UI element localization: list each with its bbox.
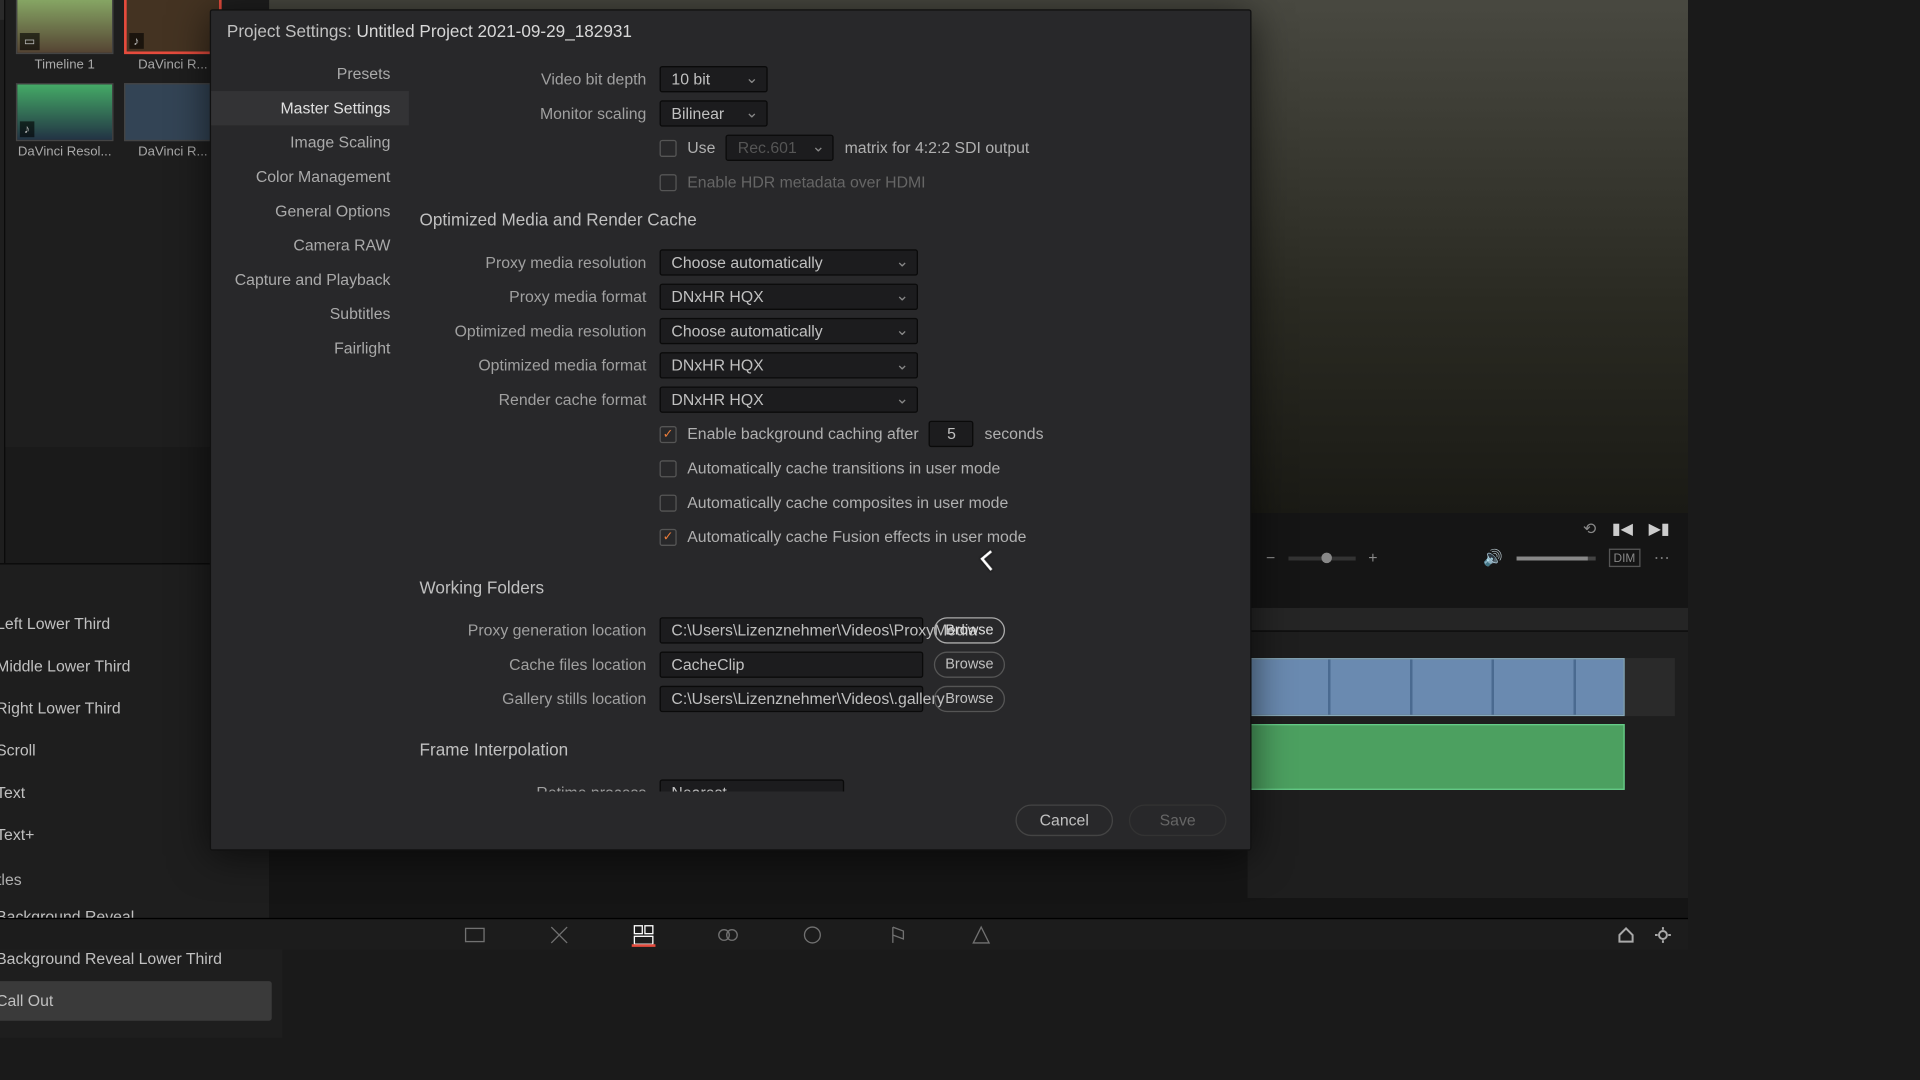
fairlight-page-icon[interactable] — [885, 922, 909, 946]
monitor-scaling-select[interactable]: Bilinear — [659, 100, 767, 126]
video-track[interactable] — [1248, 658, 1675, 716]
master-bin[interactable]: Master — [0, 0, 4, 20]
fusion-titles-category: Fusion Titles — [0, 865, 272, 894]
settings-content: Video bit depth10 bit Monitor scalingBil… — [409, 51, 1250, 791]
dim-button[interactable]: DIM — [1608, 549, 1640, 567]
settings-nav: Presets Master Settings Image Scaling Co… — [211, 51, 409, 791]
clip-thumbnail: ▭ — [16, 0, 114, 54]
smart-bins-header[interactable]: Smart Bins — [0, 347, 4, 381]
bin-item[interactable]: Abo Button — [0, 233, 4, 262]
bg-caching-checkbox[interactable] — [659, 425, 676, 442]
audio-badge-icon: ♪ — [129, 33, 143, 49]
proxy-location-input[interactable]: C:\Users\Lizenznehmer\Videos\ProxyMedia — [659, 617, 923, 643]
monitor-scaling-label: Monitor scaling — [417, 104, 660, 122]
save-button[interactable]: Save — [1129, 804, 1227, 836]
nav-capture-playback[interactable]: Capture and Playback — [211, 262, 409, 296]
clip-thumbnail: ♪ — [124, 0, 222, 54]
page-bar: DaVinci Resolve 17 — [0, 918, 1688, 950]
nav-presets[interactable]: Presets — [211, 57, 409, 91]
optimized-resolution-select[interactable]: Choose automatically — [659, 318, 917, 344]
bin-item[interactable]: Intro — [0, 204, 4, 233]
smart-bin-item[interactable]: Keywords — [0, 381, 4, 410]
project-settings-dialog: Project Settings: Untitled Project 2021-… — [210, 9, 1252, 850]
clip-item[interactable]: ♪ DaVinci Resol... — [16, 83, 114, 159]
browse-proxy-button[interactable]: Browse — [934, 617, 1005, 643]
proxy-resolution-select[interactable]: Choose automatically — [659, 249, 917, 275]
clip-item[interactable]: DaVinci R... — [124, 83, 222, 159]
clip-item[interactable]: ▭ Timeline 1 — [16, 0, 114, 73]
browse-cache-button[interactable]: Browse — [934, 651, 1005, 677]
video-bitdepth-select[interactable]: 10 bit — [659, 66, 767, 92]
clip-thumbnail — [124, 83, 222, 141]
use-matrix-checkbox[interactable] — [659, 139, 676, 156]
audio-track[interactable] — [1248, 724, 1675, 790]
clip-thumbnail: ♪ — [16, 83, 114, 141]
bg-seconds-input[interactable]: 5 — [929, 421, 974, 447]
nav-subtitles[interactable]: Subtitles — [211, 297, 409, 331]
retime-process-select[interactable]: Nearest — [659, 779, 844, 791]
dialog-footer: Cancel Save — [211, 791, 1250, 849]
audio-clip[interactable] — [1248, 724, 1625, 790]
timeline-badge-icon: ▭ — [20, 33, 39, 50]
timeline[interactable] — [1248, 608, 1688, 898]
auto-composites-checkbox[interactable] — [659, 494, 676, 511]
frame-interpolation-header: Frame Interpolation — [417, 732, 1229, 773]
nav-fairlight[interactable]: Fairlight — [211, 331, 409, 365]
video-clip[interactable] — [1248, 658, 1625, 716]
audio-badge-icon: ♪ — [20, 121, 34, 137]
bin-item[interactable]: Video — [0, 175, 4, 204]
video-bitdepth-label: Video bit depth — [417, 70, 660, 88]
deliver-page-icon[interactable] — [969, 922, 993, 946]
home-icon[interactable] — [1617, 925, 1635, 943]
edit-page-icon[interactable] — [632, 922, 656, 946]
bin-item[interactable]: Werbung — [0, 262, 4, 291]
optimized-media-header: Optimized Media and Render Cache — [417, 202, 1229, 243]
color-page-icon[interactable] — [801, 922, 825, 946]
zoom-slider[interactable] — [1288, 556, 1355, 560]
media-page-icon[interactable] — [463, 922, 487, 946]
speaker-icon[interactable]: 🔊 — [1483, 549, 1503, 567]
nav-color-management[interactable]: Color Management — [211, 160, 409, 194]
zoom-in-icon[interactable]: + — [1368, 549, 1377, 567]
bin-item[interactable]: Master — [0, 146, 4, 175]
nav-image-scaling[interactable]: Image Scaling — [211, 125, 409, 159]
hdr-checkbox[interactable] — [659, 173, 676, 190]
timeline-ruler[interactable] — [1248, 608, 1688, 632]
matrix-select[interactable]: Rec.601 — [726, 135, 834, 161]
next-icon[interactable]: ▶▮ — [1649, 520, 1670, 538]
auto-transitions-checkbox[interactable] — [659, 460, 676, 477]
cut-page-icon[interactable] — [547, 922, 571, 946]
browse-gallery-button[interactable]: Browse — [934, 686, 1005, 712]
proxy-format-select[interactable]: DNxHR HQX — [659, 284, 917, 310]
optimized-format-select[interactable]: DNxHR HQX — [659, 352, 917, 378]
volume-slider[interactable] — [1516, 556, 1595, 560]
zoom-out-icon[interactable]: − — [1266, 549, 1275, 567]
bin-item[interactable]: Fortnite — [0, 291, 4, 320]
cancel-button[interactable]: Cancel — [1015, 804, 1113, 836]
fusion-title-preset[interactable]: Call Out — [0, 981, 272, 1021]
render-cache-format-select[interactable]: DNxHR HQX — [659, 386, 917, 412]
fusion-page-icon[interactable] — [716, 922, 740, 946]
cache-location-input[interactable]: CacheClip — [659, 651, 923, 677]
power-bins-header[interactable]: Power Bins — [0, 112, 4, 146]
loop-icon[interactable]: ⟲ — [1583, 520, 1596, 538]
nav-general-options[interactable]: General Options — [211, 194, 409, 228]
auto-fusion-checkbox[interactable] — [659, 528, 676, 545]
prev-icon[interactable]: ▮◀ — [1612, 520, 1633, 538]
dialog-title: Project Settings: Untitled Project 2021-… — [211, 11, 1250, 52]
working-folders-header: Working Folders — [417, 570, 1229, 611]
volume-bar: − + 🔊 DIM ⋯ — [1248, 542, 1688, 574]
more-icon[interactable]: ⋯ — [1654, 549, 1670, 567]
gallery-location-input[interactable]: C:\Users\Lizenznehmer\Videos\.gallery — [659, 686, 923, 712]
clip-item[interactable]: ♪ DaVinci R... — [124, 0, 222, 73]
gear-icon[interactable] — [1654, 925, 1672, 943]
nav-master-settings[interactable]: Master Settings — [211, 91, 409, 125]
nav-camera-raw[interactable]: Camera RAW — [211, 228, 409, 262]
